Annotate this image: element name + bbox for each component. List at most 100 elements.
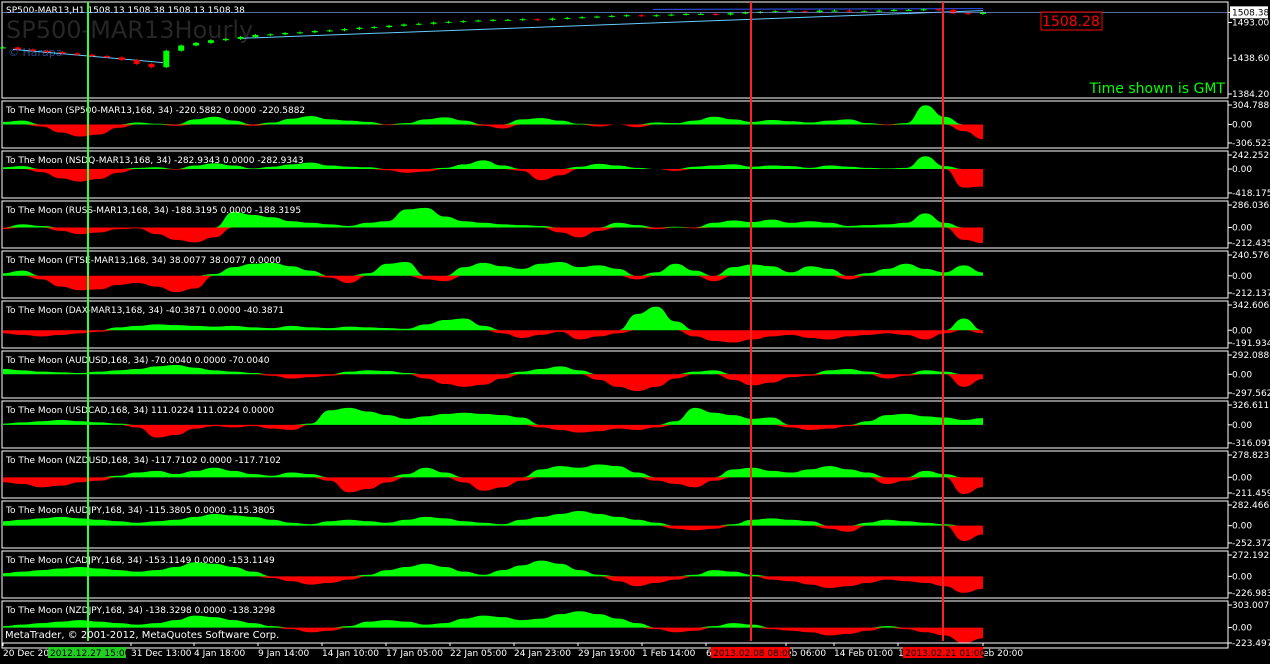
price-bar-body: [475, 20, 482, 22]
indicator-tick-label: -418.175: [1232, 189, 1270, 199]
price-bar-body: [415, 23, 422, 25]
price-bar-body: [980, 12, 986, 14]
indicator-panel[interactable]: To The Moon (USDCAD,168, 34) 111.0224 11…: [1, 400, 1270, 449]
price-bar-body: [163, 50, 170, 68]
indicator-panel[interactable]: To The Moon (CADJPY,168, 34) -153.1149 0…: [1, 550, 1270, 599]
price-bar-body: [564, 17, 571, 19]
price-bar-body: [623, 15, 630, 17]
price-bar: [846, 9, 853, 13]
price-bar-body: [579, 17, 586, 19]
indicator-tick-label: -211.459: [1232, 489, 1270, 499]
price-bar-body: [460, 21, 467, 23]
indicator-tick-label: 0.00: [1232, 165, 1252, 175]
indicator-tick-label: 304.7886: [1232, 101, 1270, 111]
price-bar-body: [59, 52, 66, 54]
price-bar-body: [371, 27, 378, 29]
price-bar: [564, 16, 571, 20]
price-bar-body: [950, 9, 957, 14]
indicator-title: To The Moon (AUDUSD,168, 34) -70.0040 0.…: [5, 356, 270, 366]
indicator-tick-label: 0.00: [1232, 522, 1252, 532]
price-bar-body: [490, 19, 496, 21]
indicator-panel[interactable]: To The Moon (NZDJPY,168, 34) -138.3298 0…: [1, 600, 1270, 649]
indicator-panel[interactable]: To The Moon (FTSE-MAR13,168, 34) 38.0077…: [1, 250, 1270, 299]
chart-canvas[interactable]: SP500-MAR13Hourly© HarapaSP500-MAR13,H1 …: [0, 0, 1270, 660]
price-bar-body: [207, 40, 214, 43]
price-bar-body: [103, 55, 110, 58]
price-bar: [579, 16, 586, 19]
price-bar-body: [593, 16, 600, 18]
time-label: 14 Jan 10:00: [322, 649, 379, 659]
time-label: 4 Jan 18:00: [194, 649, 246, 659]
price-bar-body: [148, 63, 155, 68]
negative-area: [3, 124, 983, 140]
price-tick-label: 1508.38: [1232, 8, 1269, 18]
time-highlight-red-2: 2013.02.21 01:00: [903, 647, 986, 659]
time-label: 31 Dec 13:00: [131, 649, 192, 659]
indicator-tick-label: 0.00: [1232, 370, 1252, 380]
price-bar-body: [742, 12, 749, 14]
price-bar-body: [638, 15, 645, 17]
indicator-tick-label: 0.00: [1232, 120, 1252, 130]
price-bar-body: [876, 10, 883, 12]
indicator-title: To The Moon (NZDJPY,168, 34) -138.3298 0…: [5, 606, 275, 616]
price-bar-body: [608, 15, 615, 17]
price-bar: [727, 12, 734, 16]
time-highlight-green-text: 2012.12.27 15:00: [50, 649, 131, 659]
indicator-panel[interactable]: To The Moon (AUDJPY,168, 34) -115.3805 0…: [1, 500, 1270, 549]
price-label: 1508.28: [1040, 11, 1103, 31]
channel-line: [652, 8, 984, 10]
price-bar: [861, 10, 868, 13]
price-bar: [326, 29, 333, 32]
price-bar: [400, 23, 407, 27]
time-label: 17 Jan 05:00: [386, 649, 443, 659]
time-label: eb 20:00: [983, 649, 1023, 659]
price-bar: [519, 18, 526, 21]
price-bar-body: [237, 36, 244, 39]
indicator-panel[interactable]: To The Moon (DAX-MAR13,168, 34) -40.3871…: [1, 300, 1270, 349]
symbol-header: SP500-MAR13,H1 1508.13 1508.38 1508.13 1…: [6, 6, 245, 16]
price-panel[interactable]: SP500-MAR13Hourly© HarapaSP500-MAR13,H1 …: [0, 1, 1269, 100]
negative-area: [3, 330, 983, 343]
negative-area: [3, 169, 983, 188]
price-bar: [608, 14, 615, 18]
indicator-tick-label: 0.00: [1232, 326, 1252, 336]
price-bar: [534, 18, 541, 21]
price-bar: [460, 20, 467, 23]
price-bar: [296, 31, 303, 34]
indicator-title: To The Moon (SP500-MAR13,168, 34) -220.5…: [5, 106, 305, 116]
price-bar: [267, 33, 274, 36]
price-bar: [415, 22, 422, 26]
positive-area: [3, 365, 983, 375]
price-bar-body: [74, 53, 81, 55]
indicator-tick-label: 0.00: [1232, 272, 1252, 282]
price-bar-body: [430, 22, 437, 24]
indicator-panel[interactable]: To The Moon (AUDUSD,168, 34) -70.0040 0.…: [1, 350, 1270, 399]
price-bar-body: [534, 19, 541, 21]
price-tick-label: 1384.20: [1232, 90, 1269, 100]
price-bar-body: [727, 13, 734, 15]
negative-area: [3, 576, 983, 593]
indicator-tick-label: 0.00: [1232, 572, 1252, 582]
price-bar: [831, 9, 838, 12]
indicator-panel[interactable]: To The Moon (RUSS-MAR13,168, 34) -188.31…: [1, 200, 1270, 249]
time-highlight-red-1: 2013.02.08 08:00: [711, 647, 794, 659]
time-label: 22 Jan 05:00: [450, 649, 507, 659]
price-bar-body: [386, 25, 393, 28]
indicator-tick-label: 0.00: [1232, 624, 1252, 634]
indicator-panel[interactable]: To The Moon (NZDUSD,168, 34) -117.7102 0…: [1, 450, 1270, 499]
time-label: 24 Jan 23:00: [514, 649, 571, 659]
price-bar-body: [356, 27, 363, 30]
price-bar-body: [683, 13, 690, 15]
indicator-panel[interactable]: To The Moon (SP500-MAR13,168, 34) -220.5…: [1, 100, 1270, 149]
indicator-panel[interactable]: To The Moon (NSDQ-MAR13,168, 34) -282.93…: [1, 150, 1270, 199]
time-label: 9 Jan 14:00: [258, 649, 310, 659]
indicator-tick-label: -316.0919: [1232, 439, 1270, 449]
price-bar-body: [697, 13, 704, 15]
indicator-tick-label: 242.2526: [1232, 151, 1270, 161]
indicator-tick-label: 278.8237: [1232, 451, 1270, 461]
indicator-title: To The Moon (AUDJPY,168, 34) -115.3805 0…: [5, 506, 275, 516]
price-bar: [311, 30, 318, 34]
price-bar-body: [890, 9, 897, 11]
indicator-tick-label: -212.137: [1232, 289, 1270, 299]
time-highlight-red-1-text: 2013.02.08 08:00: [713, 649, 794, 659]
